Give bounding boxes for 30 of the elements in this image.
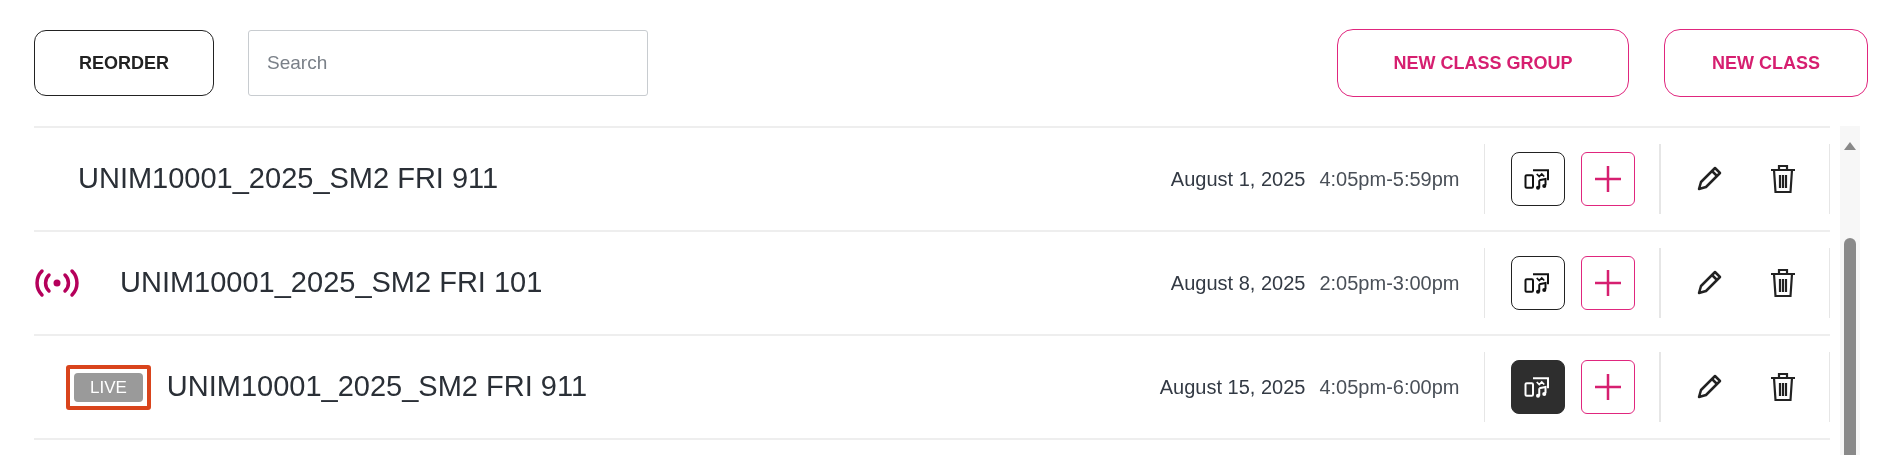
search-field[interactable]: Search [248, 30, 648, 96]
class-date: August 8, 2025 [1170, 271, 1306, 296]
reorder-button[interactable]: REORDER [34, 30, 214, 96]
media-button[interactable] [1511, 360, 1565, 414]
class-name: UNIM10001_2025_SM2 FRI 101 [120, 265, 543, 301]
add-button[interactable] [1581, 256, 1635, 310]
scroll-up-icon[interactable] [1844, 142, 1856, 150]
trash-icon [1768, 267, 1797, 299]
trash-icon [1768, 163, 1797, 195]
plus-icon [1593, 372, 1623, 402]
class-date: August 1, 2025 [1170, 167, 1306, 192]
plus-icon [1593, 268, 1623, 298]
broadcast-icon [34, 268, 80, 298]
scrollbar-thumb[interactable] [1844, 238, 1856, 455]
live-badge: LIVE [74, 372, 143, 402]
class-time: 2:05pm-3:00pm [1319, 271, 1460, 296]
plus-icon [1593, 164, 1623, 194]
scrollbar[interactable] [1840, 126, 1860, 455]
class-date: August 15, 2025 [1159, 375, 1306, 400]
class-name: UNIM10001_2025_SM2 FRI 911 [78, 161, 499, 197]
media-button[interactable] [1511, 256, 1565, 310]
media-button[interactable] [1511, 152, 1565, 206]
add-button[interactable] [1581, 360, 1635, 414]
class-time: 4:05pm-5:59pm [1319, 167, 1460, 192]
class-name: UNIM10001_2025_SM2 FRI 911 [166, 369, 588, 405]
new-class-group-button[interactable]: NEW CLASS GROUP [1337, 29, 1629, 97]
new-class-button[interactable]: NEW CLASS [1664, 29, 1868, 97]
class-time: 4:05pm-6:00pm [1319, 375, 1460, 400]
trash-icon [1768, 371, 1797, 403]
add-button[interactable] [1581, 152, 1635, 206]
